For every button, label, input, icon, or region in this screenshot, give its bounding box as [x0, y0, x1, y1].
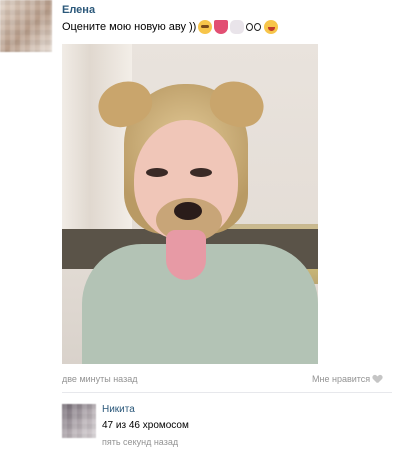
comment-divider [62, 392, 392, 393]
comment-author-name[interactable]: Никита [102, 404, 135, 415]
post-photo[interactable] [62, 44, 318, 364]
comment-author-avatar[interactable] [62, 404, 96, 438]
photo-curtain [62, 44, 132, 254]
dog-nose [174, 202, 202, 220]
bunny-emoji-icon [230, 20, 245, 34]
like-label: Мне нравится [312, 374, 371, 384]
eye-left [146, 168, 168, 177]
post-author-name[interactable]: Елена [62, 4, 95, 16]
eyes-emoji-icon [246, 20, 262, 34]
eye-right [190, 168, 212, 177]
wink-face-emoji-icon [264, 20, 279, 34]
like-button[interactable]: Мне нравится [312, 374, 382, 384]
comment-text: 47 из 46 хромосом [102, 420, 189, 431]
anxious-face-emoji-icon [198, 20, 213, 34]
post-author-avatar[interactable] [0, 0, 52, 52]
post-message: Оцените мою новую аву )) [62, 21, 197, 33]
post-text: Оцените мою новую аву )) [62, 20, 279, 34]
dog-tongue [166, 230, 206, 280]
mouth-emoji-icon [214, 20, 229, 34]
post-timestamp[interactable]: две минуты назад [62, 374, 137, 384]
heart-icon [373, 375, 382, 384]
comment-timestamp[interactable]: пять секунд назад [102, 437, 178, 447]
